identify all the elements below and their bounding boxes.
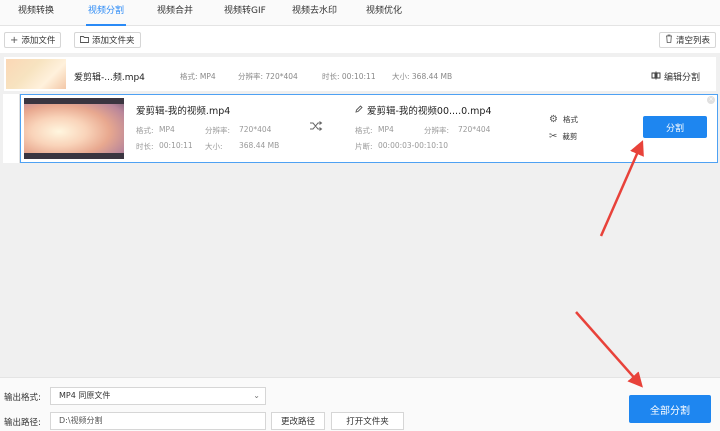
add-file-label: 添加文件 — [21, 36, 56, 46]
close-icon[interactable]: × — [707, 96, 715, 104]
output-format-value: MP4 同原文件 — [59, 391, 111, 400]
crop-option-label: 裁剪 — [562, 132, 578, 141]
output-file-name: 爱剪辑-我的视频00....0.mp4 — [367, 106, 492, 117]
output-format-select[interactable]: MP4 同原文件 ⌄ — [50, 387, 266, 405]
source-file-name: 爱剪辑-我的视频.mp4 — [136, 106, 231, 117]
edit-split-label: 编辑分割 — [663, 73, 700, 83]
segment-indent — [3, 94, 20, 163]
src-resolution-value: 720*404 — [239, 125, 272, 134]
split-button[interactable]: 分割 — [643, 116, 707, 138]
src-size-label: 大小: — [205, 142, 223, 151]
tab-video-split[interactable]: 视频分割 — [85, 0, 127, 26]
file-row[interactable]: 爱剪辑-...频.mp4 格式: MP4 分辨率: 720*404 时长: 00… — [4, 57, 716, 91]
clear-list-button[interactable]: 清空列表 — [659, 32, 717, 48]
src-resolution-label: 分辨率: — [205, 126, 231, 135]
segment-row[interactable]: 爱剪辑-我的视频.mp4 格式: MP4 分辨率: 720*404 时长: 00… — [20, 94, 718, 163]
tab-video-merge[interactable]: 视频合并 — [157, 0, 193, 26]
output-file-name-field[interactable]: 爱剪辑-我的视频00....0.mp4 — [355, 103, 492, 117]
out-resolution-label: 分辨率: — [424, 126, 450, 135]
clear-list-label: 清空列表 — [676, 36, 711, 46]
gear-icon: ⚙ — [549, 114, 558, 125]
out-format-label: 格式: — [355, 126, 373, 135]
src-format-value: MP4 — [159, 125, 175, 134]
file-name: 爱剪辑-...频.mp4 — [74, 73, 145, 83]
output-path-label: 输出路径: — [4, 418, 41, 428]
plus-icon: + — [10, 34, 19, 46]
file-list: 爱剪辑-...频.mp4 格式: MP4 分辨率: 720*404 时长: 00… — [0, 53, 720, 377]
file-resolution: 分辨率: 720*404 — [238, 72, 298, 81]
out-segment-label: 片断: — [355, 142, 373, 151]
out-resolution-value: 720*404 — [458, 125, 491, 134]
open-folder-button[interactable]: 打开文件夹 — [331, 412, 404, 430]
src-format-label: 格式: — [136, 126, 154, 135]
tab-video-remove-watermark[interactable]: 视频去水印 — [292, 0, 337, 26]
toolbar: + 添加文件 添加文件夹 清空列表 — [0, 27, 720, 53]
change-path-button[interactable]: 更改路径 — [271, 412, 325, 430]
tab-video-convert[interactable]: 视频转换 — [18, 0, 54, 26]
format-option[interactable]: ⚙ 格式 — [549, 114, 578, 125]
src-size-value: 368.44 MB — [239, 141, 280, 150]
pencil-icon[interactable] — [355, 104, 363, 116]
tab-video-to-gif[interactable]: 视频转GIF — [224, 0, 266, 26]
file-size: 大小: 368.44 MB — [392, 72, 453, 81]
add-folder-button[interactable]: 添加文件夹 — [74, 32, 141, 48]
segment-row-wrapper: 爱剪辑-我的视频.mp4 格式: MP4 分辨率: 720*404 时长: 00… — [3, 94, 718, 163]
trash-icon — [665, 34, 673, 46]
split-edit-icon — [651, 71, 661, 83]
output-format-label: 输出格式: — [4, 393, 41, 403]
folder-icon — [80, 35, 89, 46]
bottom-bar: 输出格式: MP4 同原文件 ⌄ 输出路径: D:\视频分割 更改路径 打开文件… — [0, 377, 720, 431]
chevron-down-icon: ⌄ — [253, 391, 260, 400]
shuffle-icon — [310, 121, 323, 131]
scissors-icon: ✂ — [549, 131, 558, 142]
format-option-label: 格式 — [562, 115, 578, 124]
file-format: 格式: MP4 — [180, 72, 216, 81]
src-duration-label: 时长: — [136, 142, 154, 151]
crop-option[interactable]: ✂ 裁剪 — [549, 131, 577, 142]
add-file-button[interactable]: + 添加文件 — [4, 32, 62, 48]
split-all-button[interactable]: 全部分割 — [629, 395, 711, 423]
tab-video-optimize[interactable]: 视频优化 — [366, 0, 402, 26]
tab-bar: 视频转换 视频分割 视频合并 视频转GIF 视频去水印 视频优化 — [0, 0, 720, 26]
out-format-value: MP4 — [378, 125, 394, 134]
segment-thumbnail — [24, 98, 124, 159]
add-folder-label: 添加文件夹 — [92, 36, 135, 46]
src-duration-value: 00:10:11 — [159, 141, 193, 150]
edit-split-button[interactable]: 编辑分割 — [651, 70, 700, 83]
file-duration: 时长: 00:10:11 — [322, 72, 376, 81]
video-thumbnail — [6, 59, 66, 89]
output-path-field[interactable]: D:\视频分割 — [50, 412, 266, 430]
out-segment-value: 00:00:03-00:10:10 — [378, 141, 449, 150]
